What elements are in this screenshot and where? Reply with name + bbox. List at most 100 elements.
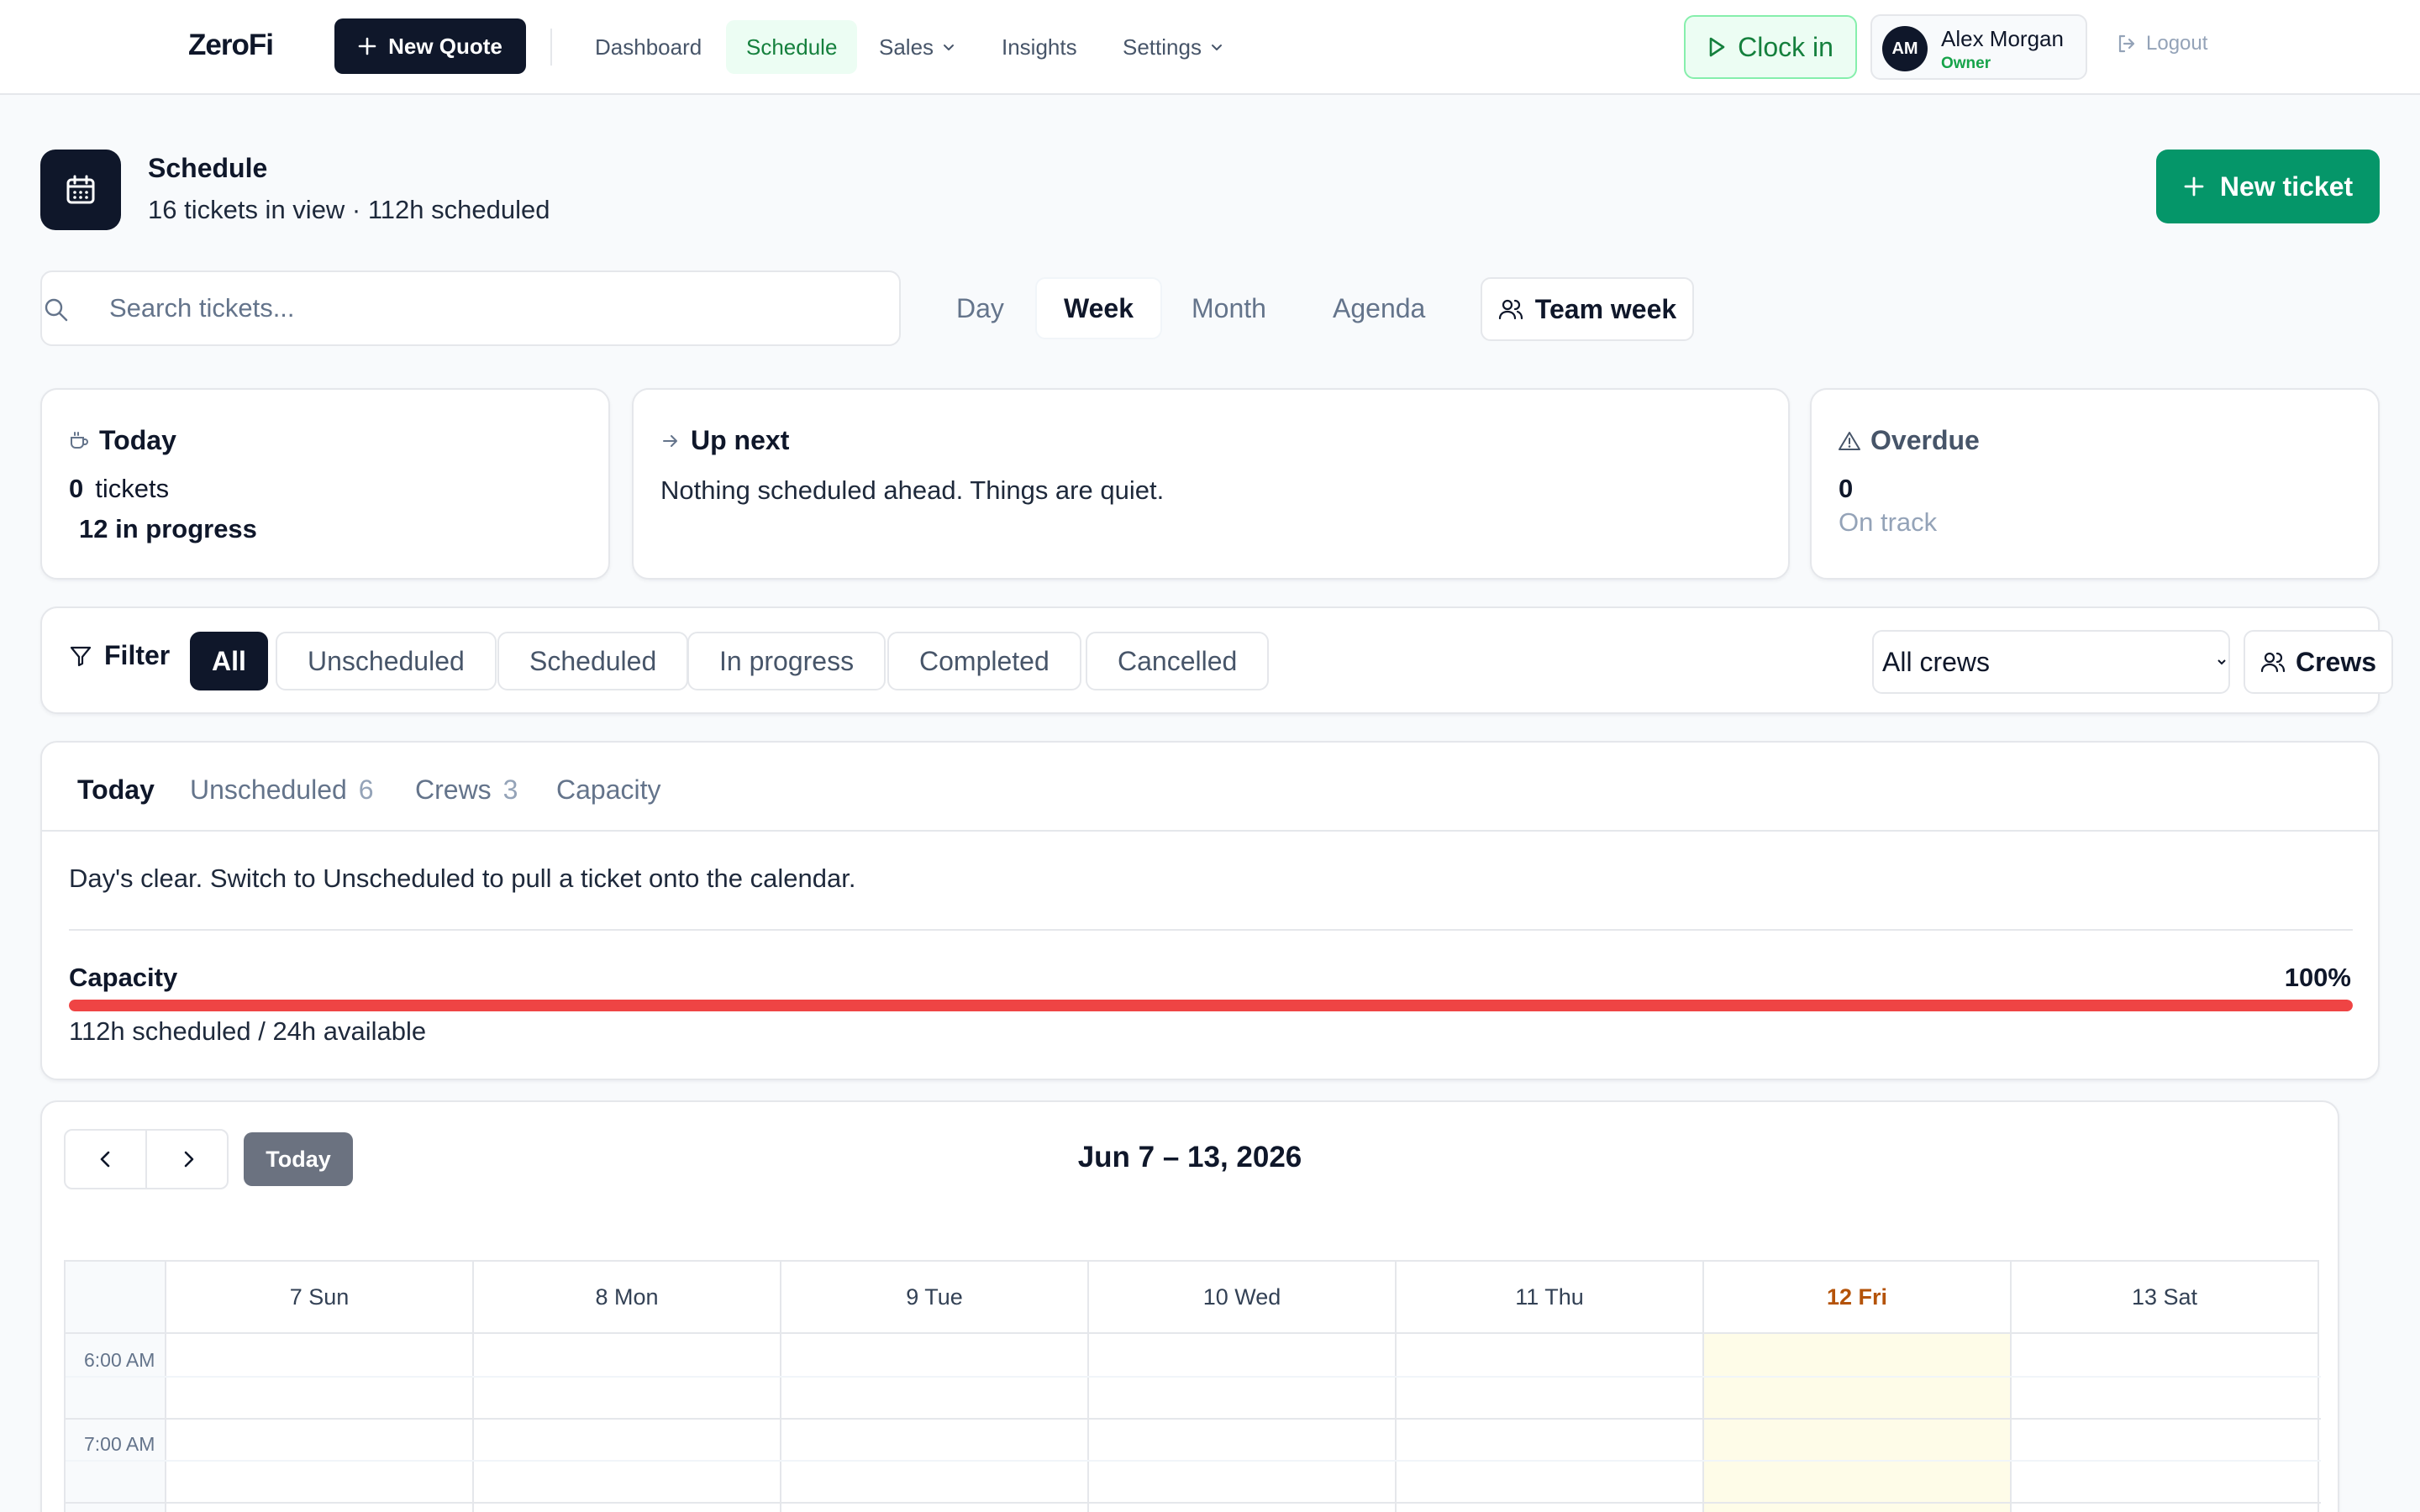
nav-settings-label: Settings [1123,34,1202,60]
search-box[interactable] [40,270,901,346]
calendar-badge [40,150,121,230]
up-next-heading: Up next [660,425,789,456]
hour-line [66,1418,2321,1420]
nav-insights[interactable]: Insights [981,20,1097,74]
time-label-6am: 6:00 AM [84,1349,155,1371]
plus-icon [2184,176,2204,197]
users-icon [1498,299,1523,320]
search-icon [45,298,68,322]
day-column-thu[interactable]: 11 Thu [1397,1262,1704,1512]
week-calendar: Jun 7 – 13, 2026 Today 7 Sun 8 Mon 9 Tue… [40,1100,2339,1512]
page-title: Schedule [148,153,268,183]
today-ticket-count: 0 tickets [69,474,169,504]
panel-tab-capacity-label: Capacity [556,774,661,805]
filter-icon [70,646,92,666]
new-ticket-button[interactable]: New ticket [2156,150,2380,223]
up-next-text: Nothing scheduled ahead. Things are quie… [660,475,1165,505]
today-in-progress: 12 in progress [79,514,257,543]
calendar-today-button[interactable]: Today [244,1132,353,1186]
overdue-heading: Overdue [1839,425,1980,456]
avatar: AM [1882,26,1928,71]
panel-tab-unscheduled-label: Unscheduled [190,774,347,805]
filter-chip-scheduled[interactable]: Scheduled [497,632,689,690]
day-column-sun[interactable]: 7 Sun [166,1262,474,1512]
today-count-label: tickets [95,474,170,503]
capacity-label: Capacity [69,963,178,992]
users-icon [2260,652,2286,673]
day-column-fri[interactable]: 12 Fri [1704,1262,2012,1512]
view-tab-agenda[interactable]: Agenda [1306,277,1452,339]
logout-button[interactable]: Logout [2116,32,2207,55]
nav-dashboard[interactable]: Dashboard [575,20,722,74]
up-next-title: Up next [691,425,790,455]
filter-bar: Filter All Unscheduled Scheduled In prog… [40,606,2393,714]
clock-in-button[interactable]: Clock in [1684,15,1857,79]
filter-chip-cancelled[interactable]: Cancelled [1086,632,1270,690]
arrow-right-icon [663,434,677,447]
filter-chip-unscheduled[interactable]: Unscheduled [276,632,497,690]
day-header-sat: 13 Sat [2012,1262,2317,1334]
search-input[interactable] [109,272,882,344]
today-count-value: 0 [69,474,84,503]
app-logo[interactable]: ZeroFi [188,29,274,62]
nav-settings[interactable]: Settings [1102,20,1244,74]
panel-tab-today-label: Today [77,774,155,805]
day-header-thu: 11 Thu [1397,1262,1702,1334]
crews-button[interactable]: Crews [2244,630,2393,694]
filter-chip-completed[interactable]: Completed [887,632,1081,690]
day-header-fri: 12 Fri [1704,1262,2010,1334]
nav-divider [550,29,552,66]
time-gutter-head [66,1262,165,1334]
overdue-title: Overdue [1870,425,1980,455]
user-menu[interactable]: AM Alex Morgan Owner [1870,14,2087,80]
crew-select[interactable]: All crews [1872,630,2230,694]
calendar-nav [64,1129,229,1189]
logout-icon [2118,34,2135,53]
play-icon [1709,37,1725,57]
panel-tab-unscheduled-count: 6 [358,774,374,805]
panel-tab-crews[interactable]: Crews 3 [415,774,518,806]
panel-tab-capacity[interactable]: Capacity [556,774,661,806]
prev-week-button[interactable] [66,1131,147,1188]
chevron-down-icon [944,45,955,50]
filter-chip-all[interactable]: All [190,632,268,690]
logout-label: Logout [2146,32,2208,55]
nav-sales[interactable]: Sales [859,20,976,74]
filter-chip-in-progress[interactable]: In progress [687,632,886,690]
panel-tabs: Today Unscheduled 6 Crews 3 Capacity [42,743,2378,832]
view-tab-day[interactable]: Day [929,277,1031,339]
nav-sales-label: Sales [879,34,934,60]
day-header-tue: 9 Tue [781,1262,1087,1334]
new-quote-button[interactable]: New Quote [334,18,526,74]
clock-in-label: Clock in [1738,31,1833,62]
day-header-sun: 7 Sun [166,1262,472,1334]
capacity-detail: 112h scheduled / 24h available [69,1016,427,1046]
coffee-icon [71,431,88,449]
today-panel: Today Unscheduled 6 Crews 3 Capacity Day… [40,741,2380,1080]
panel-message: Day's clear. Switch to Unscheduled to pu… [69,864,856,893]
overdue-status: On track [1839,507,1938,537]
panel-tab-today[interactable]: Today [77,774,155,806]
day-column-tue[interactable]: 9 Tue [781,1262,1089,1512]
new-quote-label: New Quote [388,33,502,59]
calendar-range: Jun 7 – 13, 2026 [1077,1141,1302,1173]
chevron-left-icon [100,1151,109,1168]
plus-icon [358,37,376,55]
team-week-button[interactable]: Team week [1481,277,1694,341]
day-column-mon[interactable]: 8 Mon [474,1262,781,1512]
day-header-mon: 8 Mon [474,1262,780,1334]
panel-tab-crews-count: 3 [502,774,518,805]
view-tab-month[interactable]: Month [1165,277,1293,339]
view-tab-week[interactable]: Week [1035,277,1163,339]
nav-schedule[interactable]: Schedule [726,20,858,74]
filter-label: Filter [69,640,170,671]
time-label-7am: 7:00 AM [84,1433,155,1455]
chevron-down-icon [1211,45,1222,50]
next-week-button[interactable] [147,1131,229,1188]
user-name: Alex Morgan [1941,26,2064,51]
panel-tab-unscheduled[interactable]: Unscheduled 6 [190,774,374,806]
day-column-sat[interactable]: 13 Sat [2012,1262,2319,1512]
day-column-wed[interactable]: 10 Wed [1089,1262,1397,1512]
day-header-wed: 10 Wed [1089,1262,1395,1334]
nav-schedule-label: Schedule [746,34,838,60]
